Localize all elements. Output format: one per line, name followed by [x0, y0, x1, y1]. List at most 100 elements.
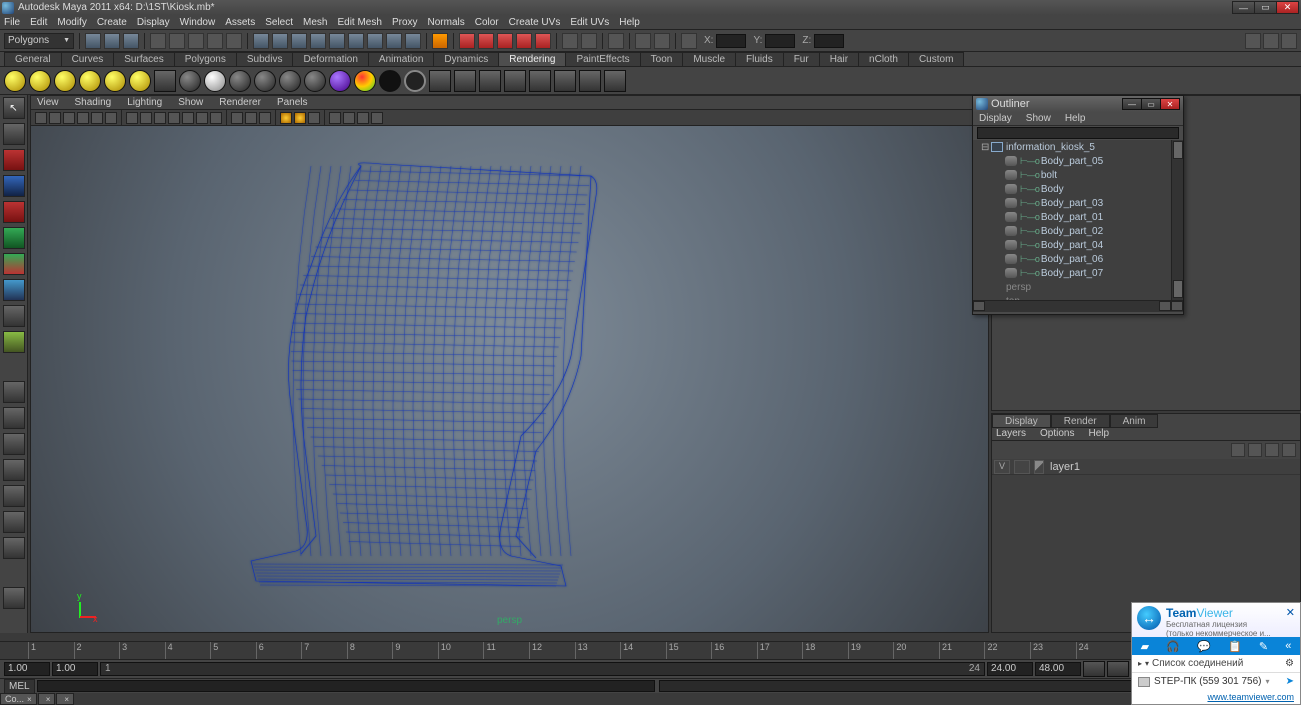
viewcube-icon[interactable] [654, 33, 670, 49]
select-component-icon[interactable] [226, 33, 242, 49]
task-tab-0[interactable]: Co...× [0, 693, 37, 705]
outputs-icon[interactable] [386, 33, 402, 49]
vp-textured-icon[interactable] [259, 112, 271, 124]
ipr-icon[interactable] [479, 70, 501, 92]
shelf-tab-fur[interactable]: Fur [783, 52, 820, 66]
vp-xray-joints-icon[interactable] [357, 112, 369, 124]
outliner-scrollbar-horizontal[interactable] [973, 300, 1183, 312]
snap-curve-icon[interactable] [272, 33, 288, 49]
render-view-icon[interactable] [535, 33, 551, 49]
outliner-item[interactable]: ⊢—oBody_part_02 [973, 224, 1183, 238]
teamviewer-connection-row[interactable]: STEP-ПК (559 301 756) ▾ ➤ [1132, 673, 1300, 690]
three-pane-icon[interactable] [3, 485, 25, 507]
soft-mod-icon[interactable] [3, 279, 25, 301]
z-field[interactable] [814, 34, 844, 48]
material-anisotropic-icon[interactable] [179, 70, 201, 92]
shelf-tab-curves[interactable]: Curves [61, 52, 115, 66]
viewport-menu-renderer[interactable]: Renderer [219, 97, 261, 108]
hypershade-persp-icon[interactable] [3, 537, 25, 559]
outliner-search-field[interactable] [977, 127, 1179, 139]
outliner-maximize-button[interactable]: ▭ [1141, 98, 1161, 110]
vp-2d-pan-icon[interactable] [91, 112, 103, 124]
teamviewer-link[interactable]: www.teamviewer.com [1207, 692, 1294, 702]
mode-selector[interactable]: Polygons ▼ [4, 33, 74, 49]
outliner-item[interactable]: ⊢—oBody_part_06 [973, 252, 1183, 266]
menu-edit[interactable]: Edit [30, 17, 47, 28]
menu-mesh[interactable]: Mesh [303, 17, 327, 28]
menu-proxy[interactable]: Proxy [392, 17, 418, 28]
batch-render-icon[interactable] [529, 70, 551, 92]
range-end-field[interactable]: 48.00 [1035, 662, 1081, 676]
render-settings-icon[interactable] [516, 33, 532, 49]
redo-icon[interactable] [169, 33, 185, 49]
history-icon[interactable] [348, 33, 364, 49]
shelf-tab-general[interactable]: General [4, 52, 62, 66]
menu-edit-uvs[interactable]: Edit UVs [570, 17, 609, 28]
shelf-tab-custom[interactable]: Custom [908, 52, 964, 66]
scroll-right2-button[interactable] [1171, 301, 1183, 311]
layer-color-swatch[interactable] [1034, 460, 1044, 474]
outliner-item[interactable]: ⊢—oBody_part_03 [973, 196, 1183, 210]
menu-help[interactable]: Help [619, 17, 640, 28]
paint-select-tool-icon[interactable] [3, 149, 25, 171]
shelf-tab-dynamics[interactable]: Dynamics [433, 52, 499, 66]
show-batch-icon[interactable] [579, 70, 601, 92]
tv-whiteboard-icon[interactable]: ✎ [1259, 640, 1268, 653]
layer-new-selected-icon[interactable] [1282, 443, 1296, 457]
outliner-menu-show[interactable]: Show [1026, 113, 1051, 124]
y-field[interactable] [765, 34, 795, 48]
vp-image-plane-icon[interactable] [77, 112, 89, 124]
render-region-icon[interactable] [497, 33, 513, 49]
material-layered-icon[interactable] [329, 70, 351, 92]
close-button[interactable]: ✕ [1276, 1, 1299, 14]
menu-normals[interactable]: Normals [428, 17, 465, 28]
playback-start-field[interactable]: 1.00 [52, 662, 98, 676]
shelf-tab-animation[interactable]: Animation [368, 52, 434, 66]
vp-expose-icon[interactable] [371, 112, 383, 124]
layer-menu-options[interactable]: Options [1040, 428, 1074, 440]
range-start-field[interactable]: 1.00 [4, 662, 50, 676]
vp-select-camera-icon[interactable] [35, 112, 47, 124]
scroll-up-button[interactable] [1173, 141, 1183, 159]
scroll-down-button[interactable] [1173, 280, 1183, 298]
hypershade-icon[interactable] [429, 70, 451, 92]
playback-end-field[interactable]: 24.00 [987, 662, 1033, 676]
shelf-tab-hair[interactable]: Hair [819, 52, 859, 66]
shelf-tab-surfaces[interactable]: Surfaces [113, 52, 174, 66]
universal-manip-icon[interactable] [3, 253, 25, 275]
material-phonge-icon[interactable] [279, 70, 301, 92]
material-ramp-icon[interactable] [304, 70, 326, 92]
rewind-icon[interactable] [1083, 661, 1105, 677]
undo-icon[interactable] [150, 33, 166, 49]
outliner-menu-display[interactable]: Display [979, 113, 1012, 124]
world-icon[interactable] [635, 33, 651, 49]
teamviewer-close-button[interactable]: ✕ [1286, 606, 1295, 634]
layer-new-empty-icon[interactable] [1265, 443, 1279, 457]
shelf-tab-rendering[interactable]: Rendering [498, 52, 566, 66]
outliner-persp-icon[interactable] [3, 511, 25, 533]
vp-grease-pencil-icon[interactable] [105, 112, 117, 124]
two-pane-stacked-icon[interactable] [3, 459, 25, 481]
vp-use-all-lights-icon[interactable] [280, 112, 292, 124]
attribute-editor-toggle-icon[interactable] [1245, 33, 1261, 49]
minimize-button[interactable]: — [1232, 1, 1255, 14]
viewport-menu-shading[interactable]: Shading [75, 97, 112, 108]
viewport-menu-show[interactable]: Show [178, 97, 203, 108]
scroll-right-button[interactable] [1159, 301, 1171, 311]
snap-grid-icon[interactable] [253, 33, 269, 49]
outliner-close-button[interactable]: ✕ [1160, 98, 1180, 110]
tv-collapse-icon[interactable]: « [1285, 640, 1291, 652]
vp-safe-title-icon[interactable] [210, 112, 222, 124]
light-volume-icon[interactable] [129, 70, 151, 92]
layer-menu-help[interactable]: Help [1088, 428, 1109, 440]
snap-live-icon[interactable] [329, 33, 345, 49]
vp-gate-mask-icon[interactable] [168, 112, 180, 124]
shelf-tab-painteffects[interactable]: PaintEffects [565, 52, 640, 66]
vp-bookmarks-icon[interactable] [63, 112, 75, 124]
menu-edit-mesh[interactable]: Edit Mesh [337, 17, 381, 28]
menu-select[interactable]: Select [265, 17, 293, 28]
new-scene-icon[interactable] [85, 33, 101, 49]
time-ruler[interactable]: 1.00 12345678910111213141516171819202122… [0, 642, 1301, 660]
outliner-window[interactable]: Outliner — ▭ ✕ DisplayShowHelp ⊟informat… [972, 95, 1184, 315]
light-area-icon[interactable] [104, 70, 126, 92]
